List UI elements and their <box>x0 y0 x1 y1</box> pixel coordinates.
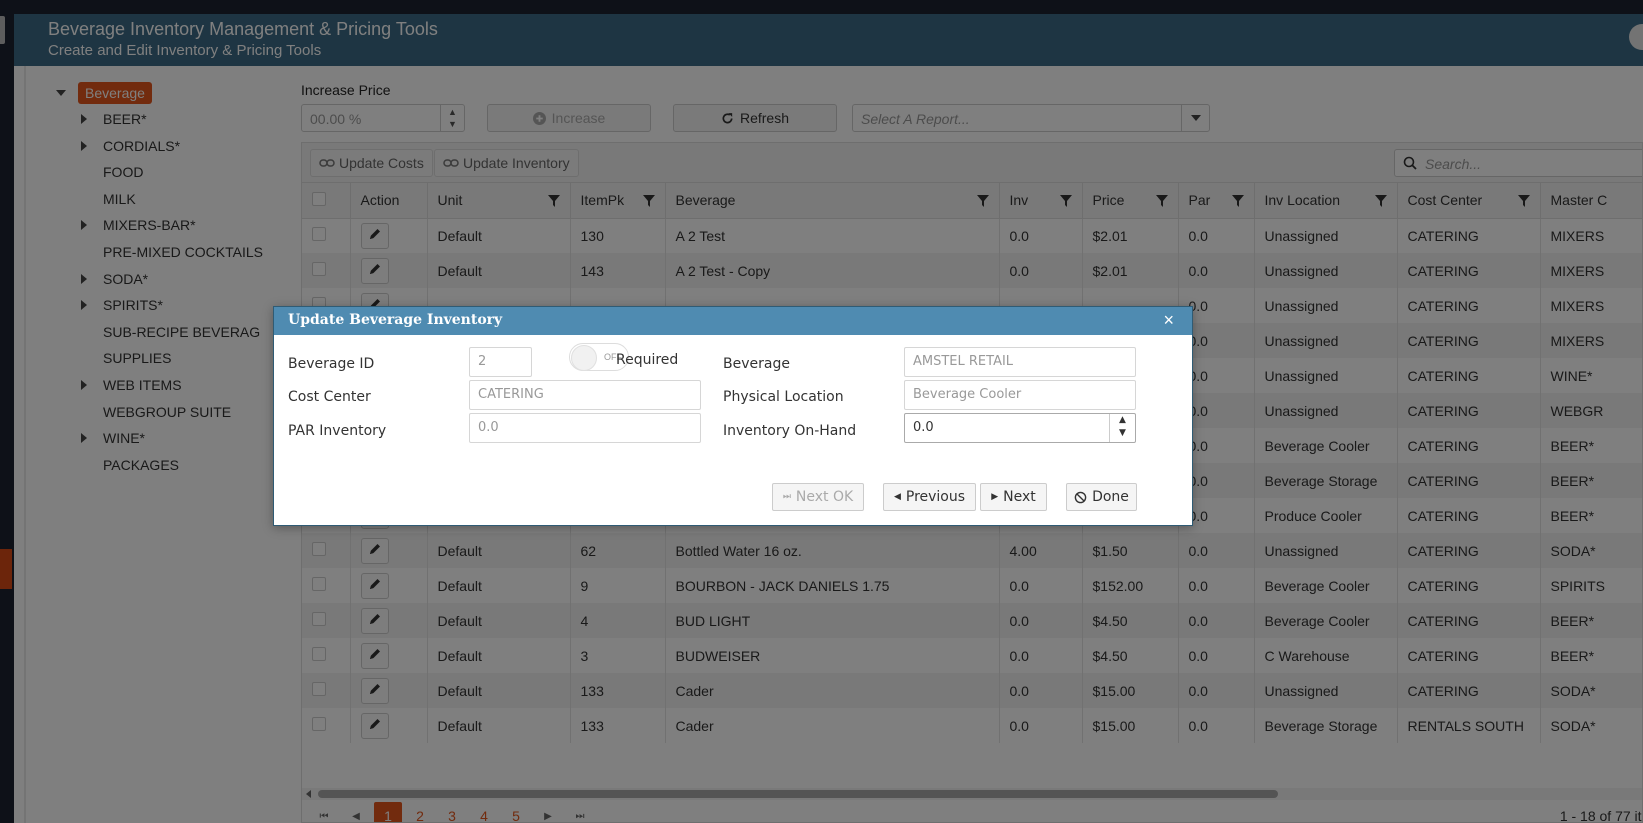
cost-center-label: Cost Center <box>288 389 371 405</box>
previous-button[interactable]: ◀ Previous <box>883 483 976 511</box>
onhand-stepper[interactable]: ▲ ▼ <box>1109 414 1135 442</box>
physical-location-label: Physical Location <box>723 389 844 405</box>
dialog-titlebar: Update Beverage Inventory × <box>274 307 1192 335</box>
close-icon[interactable]: × <box>1163 310 1174 331</box>
cancel-circle-icon <box>1074 491 1087 503</box>
caret-left-icon: ◀ <box>893 492 901 502</box>
required-label: Required <box>616 352 679 368</box>
physical-location-field[interactable]: Beverage Cooler <box>904 380 1136 410</box>
inventory-onhand-value: 0.0 <box>913 420 934 435</box>
done-label: Done <box>1092 489 1129 505</box>
caret-right-icon: ▶ <box>991 492 999 502</box>
previous-label: Previous <box>905 489 966 505</box>
inventory-onhand-label: Inventory On-Hand <box>723 423 857 439</box>
next-button[interactable]: ▶ Next <box>980 483 1047 511</box>
cost-center-field[interactable]: CATERING <box>469 380 701 410</box>
toggle-knob <box>571 345 597 371</box>
done-button[interactable]: Done <box>1066 483 1137 511</box>
beverage-label: Beverage <box>723 356 790 372</box>
skip-next-icon: ⏭ <box>782 492 791 502</box>
next-ok-button[interactable]: ⏭ Next OK <box>772 483 864 511</box>
par-inventory-field[interactable]: 0.0 <box>469 413 701 443</box>
dialog-title: Update Beverage Inventory <box>288 312 503 328</box>
next-label: Next <box>1003 489 1036 505</box>
beverage-id-field[interactable]: 2 <box>469 347 532 377</box>
beverage-id-label: Beverage ID <box>288 356 375 372</box>
update-inventory-dialog: Update Beverage Inventory × Beverage ID … <box>273 306 1193 526</box>
par-inventory-label: PAR Inventory <box>288 423 387 439</box>
inventory-onhand-field[interactable]: 0.0 ▲ ▼ <box>904 413 1136 443</box>
next-ok-label: Next OK <box>795 489 854 505</box>
beverage-field[interactable]: AMSTEL RETAIL <box>904 347 1136 377</box>
